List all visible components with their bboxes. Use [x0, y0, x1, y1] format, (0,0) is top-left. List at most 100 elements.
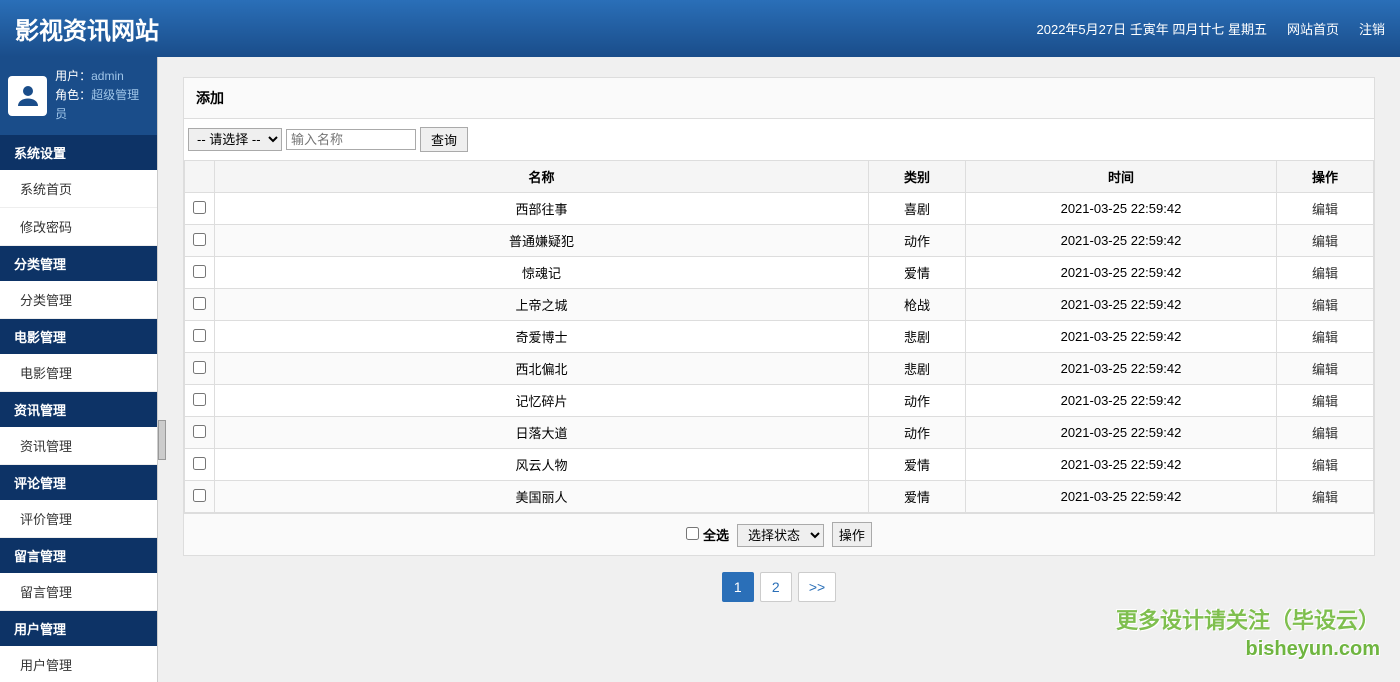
menu-section-title[interactable]: 分类管理 [0, 246, 157, 281]
user-icon [13, 81, 43, 111]
row-category: 喜剧 [868, 193, 965, 225]
menu-section-title[interactable]: 资讯管理 [0, 392, 157, 427]
row-checkbox[interactable] [193, 297, 206, 310]
row-time: 2021-03-25 22:59:42 [966, 385, 1277, 417]
logout-link[interactable]: 注销 [1359, 19, 1385, 38]
col-time: 时间 [1108, 170, 1134, 185]
row-name: 西北偏北 [215, 353, 869, 385]
menu-section-title[interactable]: 留言管理 [0, 538, 157, 573]
row-checkbox[interactable] [193, 265, 206, 278]
row-checkbox[interactable] [193, 201, 206, 214]
table-row: 惊魂记爱情2021-03-25 22:59:42编辑 [185, 257, 1374, 289]
menu-item[interactable]: 留言管理 [0, 573, 157, 611]
batch-status-select[interactable]: 选择状态 [737, 524, 824, 547]
row-edit-link[interactable]: 编辑 [1312, 202, 1338, 217]
row-time: 2021-03-25 22:59:42 [966, 321, 1277, 353]
row-category: 动作 [868, 417, 965, 449]
table-row: 奇爱博士悲剧2021-03-25 22:59:42编辑 [185, 321, 1374, 353]
row-edit-link[interactable]: 编辑 [1312, 330, 1338, 345]
row-time: 2021-03-25 22:59:42 [966, 449, 1277, 481]
select-all-checkbox[interactable] [686, 527, 699, 540]
data-table: 名称 类别 时间 操作 西部往事喜剧2021-03-25 22:59:42编辑普… [184, 160, 1374, 513]
filter-category-select[interactable]: -- 请选择 -- [188, 128, 282, 151]
user-label: 用户： [55, 69, 91, 83]
row-time: 2021-03-25 22:59:42 [966, 193, 1277, 225]
menu-item[interactable]: 分类管理 [0, 281, 157, 319]
row-category: 爱情 [868, 449, 965, 481]
filter-submit-button[interactable]: 查询 [420, 127, 468, 152]
page-button[interactable]: 1 [722, 572, 754, 602]
row-checkbox[interactable] [193, 489, 206, 502]
panel-header-add[interactable]: 添加 [184, 78, 1374, 119]
menu-section-title[interactable]: 系统设置 [0, 135, 157, 170]
user-panel: 用户：admin 角色：超级管理员 [0, 57, 157, 135]
menu-item[interactable]: 电影管理 [0, 354, 157, 392]
row-edit-link[interactable]: 编辑 [1312, 490, 1338, 505]
row-edit-link[interactable]: 编辑 [1312, 266, 1338, 281]
row-category: 爱情 [868, 257, 965, 289]
date-text: 2022年5月27日 壬寅年 四月廿七 星期五 [1037, 19, 1267, 38]
table-row: 西部往事喜剧2021-03-25 22:59:42 编辑 [185, 193, 1374, 225]
sidebar-collapse-handle[interactable] [158, 420, 166, 460]
batch-bar: 全选 选择状态 操作 [184, 513, 1374, 555]
row-edit-link[interactable]: 编辑 [1312, 426, 1338, 441]
avatar [8, 76, 47, 116]
row-edit-link[interactable]: 编辑 [1312, 362, 1338, 377]
table-row: 美国丽人爱情2021-03-25 22:59:42编辑 [185, 481, 1374, 513]
menu-item[interactable]: 评价管理 [0, 500, 157, 538]
table-row: 日落大道动作2021-03-25 22:59:42 编辑 [185, 417, 1374, 449]
table-row: 上帝之城枪战2021-03-25 22:59:42 编辑 [185, 289, 1374, 321]
filter-bar: -- 请选择 -- 查询 [184, 119, 1374, 160]
row-checkbox[interactable] [193, 393, 206, 406]
menu-section-title[interactable]: 用户管理 [0, 611, 157, 646]
main-content: 添加 -- 请选择 -- 查询 名称 类别 时间 操作 [158, 57, 1400, 682]
menu-item[interactable]: 资讯管理 [0, 427, 157, 465]
content-panel: 添加 -- 请选择 -- 查询 名称 类别 时间 操作 [183, 77, 1375, 556]
filter-name-input[interactable] [286, 129, 416, 150]
row-name: 风云人物 [215, 449, 869, 481]
row-checkbox[interactable] [193, 361, 206, 374]
row-time: 2021-03-25 22:59:42 [966, 481, 1277, 513]
row-name: 西部往事 [215, 193, 869, 225]
top-header: 影视资讯网站 2022年5月27日 壬寅年 四月廿七 星期五 网站首页 注销 [0, 0, 1400, 57]
row-name: 上帝之城 [215, 289, 869, 321]
row-edit-link[interactable]: 编辑 [1312, 458, 1338, 473]
row-edit-link[interactable]: 编辑 [1312, 394, 1338, 409]
menu-item[interactable]: 用户管理 [0, 646, 157, 682]
batch-action-button[interactable]: 操作 [832, 522, 872, 547]
row-category: 悲剧 [868, 321, 965, 353]
table-row: 记忆碎片动作2021-03-25 22:59:42 编辑 [185, 385, 1374, 417]
menu-section-title[interactable]: 电影管理 [0, 319, 157, 354]
col-category: 类别 [904, 170, 930, 185]
row-time: 2021-03-25 22:59:42 [966, 417, 1277, 449]
row-edit-link[interactable]: 编辑 [1312, 298, 1338, 313]
row-name: 普通嫌疑犯 [215, 225, 869, 257]
row-name: 日落大道 [215, 417, 869, 449]
menu-item[interactable]: 系统首页 [0, 170, 157, 208]
row-time: 2021-03-25 22:59:42 [966, 353, 1277, 385]
select-all-label: 全选 [703, 528, 729, 543]
page-button[interactable]: 2 [760, 572, 792, 602]
home-link[interactable]: 网站首页 [1287, 19, 1339, 38]
row-checkbox[interactable] [193, 425, 206, 438]
row-time: 2021-03-25 22:59:42 [966, 289, 1277, 321]
pagination: 12>> [183, 556, 1375, 618]
menu-section-title[interactable]: 评论管理 [0, 465, 157, 500]
row-checkbox[interactable] [193, 457, 206, 470]
row-name: 记忆碎片 [215, 385, 869, 417]
row-category: 枪战 [868, 289, 965, 321]
page-next-button[interactable]: >> [798, 572, 836, 602]
table-row: 西北偏北悲剧2021-03-25 22:59:42 编辑 [185, 353, 1374, 385]
row-edit-link[interactable]: 编辑 [1312, 234, 1338, 249]
sidebar: 用户：admin 角色：超级管理员 系统设置系统首页修改密码分类管理分类管理电影… [0, 57, 158, 682]
row-category: 动作 [868, 385, 965, 417]
header-right: 2022年5月27日 壬寅年 四月廿七 星期五 网站首页 注销 [1037, 19, 1385, 38]
row-checkbox[interactable] [193, 329, 206, 342]
site-title: 影视资讯网站 [15, 11, 159, 46]
menu-item[interactable]: 修改密码 [0, 208, 157, 246]
row-checkbox[interactable] [193, 233, 206, 246]
table-row: 风云人物爱情2021-03-25 22:59:42 编辑 [185, 449, 1374, 481]
row-category: 悲剧 [868, 353, 965, 385]
col-name: 名称 [528, 170, 554, 185]
row-time: 2021-03-25 22:59:42 [966, 225, 1277, 257]
